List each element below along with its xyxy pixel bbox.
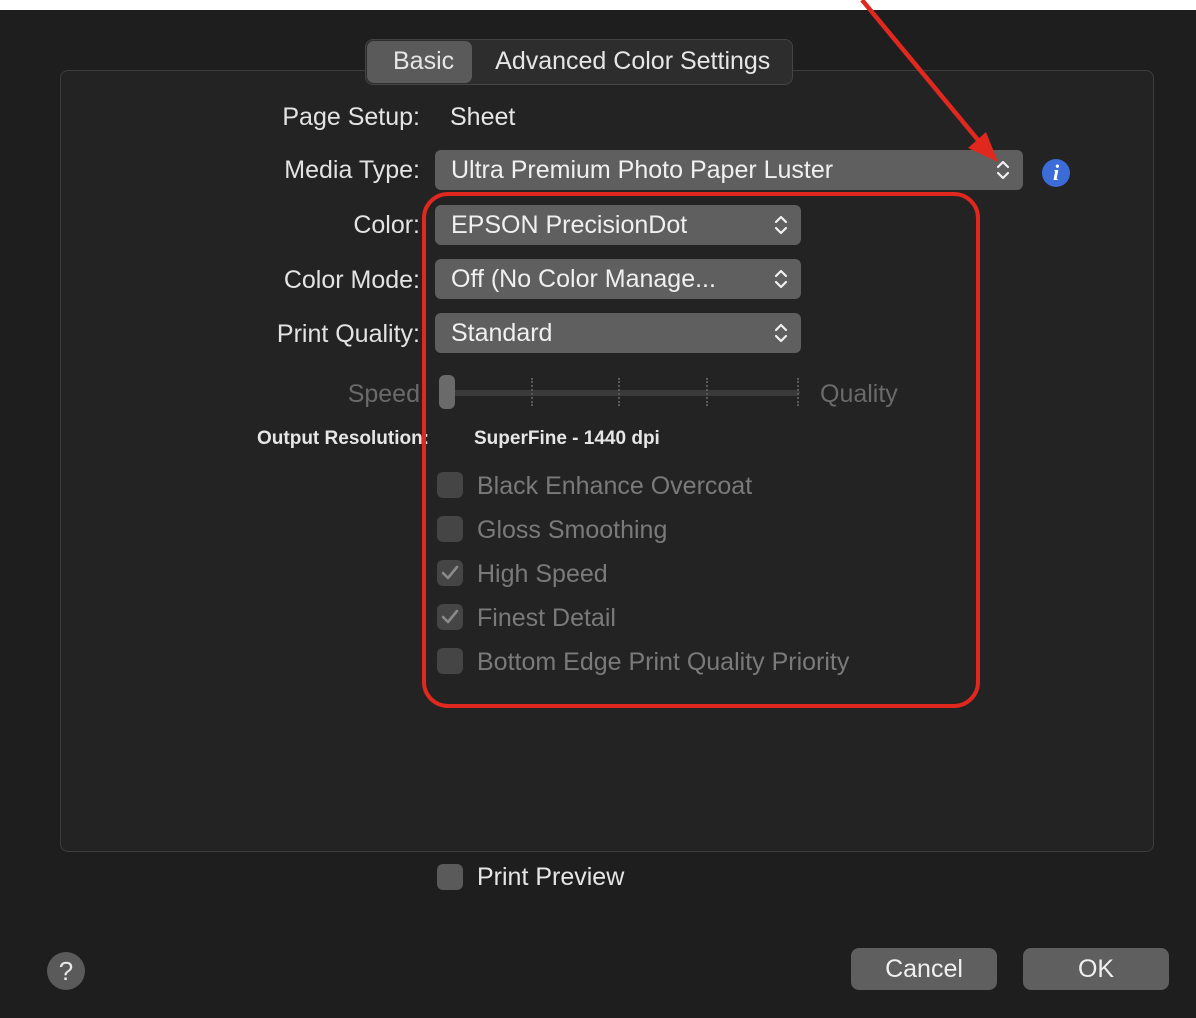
- help-button[interactable]: ?: [47, 952, 85, 990]
- ok-button[interactable]: OK: [1023, 948, 1169, 990]
- print-preview-label: Print Preview: [477, 863, 625, 891]
- print-preview-checkbox[interactable]: [437, 864, 463, 890]
- cancel-button[interactable]: Cancel: [851, 948, 997, 990]
